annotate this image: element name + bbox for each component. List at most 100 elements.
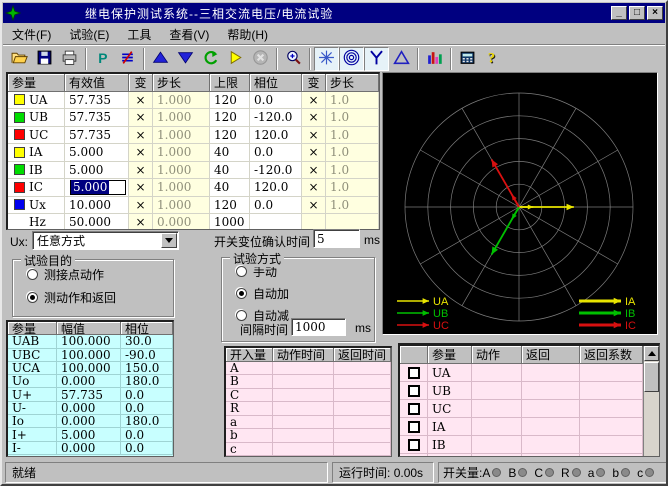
step-cell[interactable]: 1.000 — [153, 127, 210, 145]
radio-button-selected[interactable] — [27, 292, 38, 303]
value-cell[interactable]: 5.000 — [65, 162, 129, 180]
step2-cell[interactable]: 1.0 — [326, 109, 379, 127]
limit-cell[interactable]: 40 — [210, 144, 250, 162]
scroll-thumb[interactable] — [644, 362, 659, 392]
select-checkbox-cell[interactable] — [400, 400, 428, 418]
checkbox[interactable] — [408, 421, 420, 433]
step-up-button[interactable] — [148, 47, 173, 71]
vary-cell[interactable]: × — [129, 92, 153, 110]
step-down-button[interactable] — [173, 47, 198, 71]
value-cell[interactable]: 57.735 — [65, 109, 129, 127]
param-name-cell[interactable]: UB — [8, 109, 65, 127]
vary2-cell[interactable]: × — [302, 197, 326, 215]
minimize-button[interactable]: _ — [611, 6, 627, 20]
value-cell[interactable]: 57.735 — [65, 92, 129, 110]
phase-cell[interactable]: 0.0 — [250, 92, 302, 110]
undo-button[interactable] — [198, 47, 223, 71]
step2-cell[interactable]: 1.0 — [326, 179, 379, 197]
checkbox[interactable] — [408, 439, 420, 451]
ux-mode-combobox[interactable]: 任意方式 — [32, 231, 179, 250]
zoom-in-button[interactable] — [281, 47, 306, 71]
save-button[interactable] — [32, 47, 57, 71]
step2-cell[interactable]: 1.0 — [326, 127, 379, 145]
close-button[interactable]: × — [647, 6, 663, 20]
vertical-scrollbar[interactable] — [643, 346, 659, 457]
param-name-cell[interactable]: IB — [8, 162, 65, 180]
phasor-lines-button[interactable] — [115, 47, 140, 71]
vary2-cell[interactable]: × — [302, 179, 326, 197]
limit-cell[interactable]: 40 — [210, 179, 250, 197]
checkbox[interactable] — [408, 385, 420, 397]
step-cell[interactable]: 0.000 — [153, 214, 210, 230]
step2-cell[interactable]: 1.0 — [326, 197, 379, 215]
phase-cell[interactable]: 0.0 — [250, 144, 302, 162]
radio-button-selected[interactable] — [236, 288, 247, 299]
limit-cell[interactable]: 120 — [210, 92, 250, 110]
vary-cell[interactable]: × — [129, 214, 153, 230]
title-bar[interactable]: 继电保护测试系统--三相交流电压/电流试验 _□× — [3, 3, 665, 23]
limit-cell[interactable]: 1000 — [210, 214, 250, 230]
phase-cell[interactable]: -120.0 — [250, 162, 302, 180]
print-button[interactable] — [57, 47, 82, 71]
vary-cell[interactable]: × — [129, 109, 153, 127]
checkbox[interactable] — [408, 403, 420, 415]
step-cell[interactable]: 1.000 — [153, 144, 210, 162]
calculator-button[interactable] — [455, 47, 480, 71]
select-checkbox-cell[interactable] — [400, 418, 428, 436]
step-cell[interactable]: 1.000 — [153, 179, 210, 197]
checkbox[interactable] — [408, 367, 420, 379]
phase-cell[interactable]: -120.0 — [250, 109, 302, 127]
vary2-cell[interactable]: × — [302, 127, 326, 145]
phase-cell[interactable] — [250, 214, 302, 230]
test-mode-option-1[interactable]: 自动加 — [236, 285, 374, 302]
bar-chart-button[interactable] — [422, 47, 447, 71]
vary2-cell[interactable]: × — [302, 144, 326, 162]
step-cell[interactable]: 1.000 — [153, 162, 210, 180]
limit-cell[interactable]: 120 — [210, 197, 250, 215]
combo-dropdown-button[interactable] — [161, 233, 177, 248]
vary2-cell[interactable]: × — [302, 92, 326, 110]
maximize-button[interactable]: □ — [629, 6, 645, 20]
menu-item-2[interactable]: 工具 — [118, 24, 160, 45]
value-cell[interactable]: 10.000 — [65, 197, 129, 215]
rings-button[interactable] — [339, 47, 364, 71]
param-name-cell[interactable]: IA — [8, 144, 65, 162]
confirm-time-input[interactable] — [313, 229, 360, 248]
axes-button[interactable] — [314, 47, 339, 71]
select-checkbox-cell[interactable] — [400, 436, 428, 454]
vary-cell[interactable]: × — [129, 127, 153, 145]
param-name-cell[interactable]: UA — [8, 92, 65, 110]
step2-cell[interactable]: 1.0 — [326, 92, 379, 110]
scroll-up-button[interactable] — [644, 346, 659, 361]
menu-item-3[interactable]: 查看(V) — [160, 24, 218, 45]
value-cell[interactable]: 5.000 — [65, 179, 129, 197]
delta-button[interactable] — [389, 47, 414, 71]
menu-item-0[interactable]: 文件(F) — [3, 24, 60, 45]
menu-item-4[interactable]: 帮助(H) — [218, 24, 277, 45]
help-button[interactable]: ?? — [480, 47, 505, 71]
phase-cell[interactable]: 120.0 — [250, 127, 302, 145]
limit-cell[interactable]: 40 — [210, 162, 250, 180]
step-cell[interactable]: 1.000 — [153, 109, 210, 127]
step2-cell[interactable]: 1.0 — [326, 162, 379, 180]
start-button[interactable] — [223, 47, 248, 71]
step2-cell[interactable]: 1.0 — [326, 144, 379, 162]
select-checkbox-cell[interactable] — [400, 364, 428, 382]
value-cell[interactable]: 50.000 — [65, 214, 129, 230]
param-name-cell[interactable]: Hz — [8, 214, 65, 230]
step-cell[interactable]: 1.000 — [153, 92, 210, 110]
phase-cell[interactable]: 0.0 — [250, 197, 302, 215]
param-name-cell[interactable]: Ux — [8, 197, 65, 215]
letter-p-button[interactable]: P — [90, 47, 115, 71]
menu-item-1[interactable]: 试验(E) — [60, 24, 118, 45]
vary-cell[interactable]: × — [129, 162, 153, 180]
vary2-cell[interactable]: × — [302, 162, 326, 180]
phase-cell[interactable]: 120.0 — [250, 179, 302, 197]
value-edit-box[interactable]: 5.000 — [70, 180, 126, 195]
param-name-cell[interactable]: UC — [8, 127, 65, 145]
test-purpose-option-1[interactable]: 测动作和返回 — [27, 289, 173, 306]
limit-cell[interactable]: 120 — [210, 127, 250, 145]
vary-cell[interactable]: × — [129, 179, 153, 197]
checkbox[interactable] — [408, 457, 420, 458]
param-name-cell[interactable]: IC — [8, 179, 65, 197]
